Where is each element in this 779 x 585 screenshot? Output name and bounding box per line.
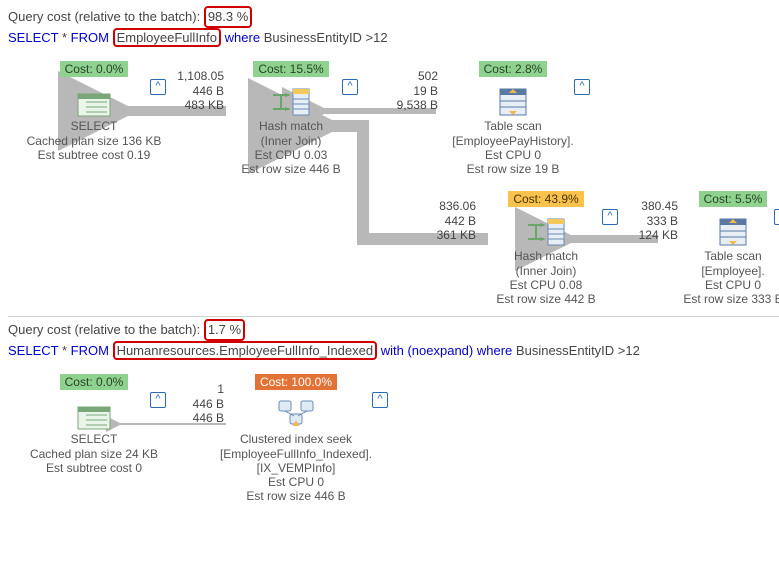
node-detail: Est subtree cost 0.19: [24, 148, 164, 162]
node-label: SELECT: [24, 432, 164, 446]
node-sublabel: [Employee].: [678, 264, 779, 278]
node-label: Hash match: [226, 119, 356, 133]
query2-header: Query cost (relative to the batch): 1.7 …: [8, 319, 779, 341]
expand-toggle[interactable]: ^: [774, 209, 779, 225]
kw-select: SELECT: [8, 30, 58, 45]
edge-stats: 380.45 333 B 124 KB: [626, 199, 678, 242]
node-detail: Est row size 19 B: [438, 162, 588, 176]
node-detail: Est row size 446 B: [226, 162, 356, 176]
node-label: Table scan: [438, 119, 588, 133]
query2-object: Humanresources.EmployeeFullInfo_Indexed: [117, 343, 374, 358]
node-hash-match[interactable]: Cost: 43.9% ^ Hash match (Inner Join) Es…: [476, 191, 616, 305]
kw-where: where: [225, 30, 260, 45]
table-scan-icon: [718, 217, 748, 247]
node-sublabel: (Inner Join): [226, 134, 356, 148]
query1-cost-pct: 98.3 %: [208, 9, 248, 24]
kw-with: with: [381, 343, 404, 358]
node-label: SELECT: [24, 119, 164, 133]
query2-sql: SELECT * FROM Humanresources.EmployeeFul…: [8, 341, 779, 360]
query1-plan[interactable]: Cost: 0.0% ^ SELECT Cached plan size 136…: [8, 51, 779, 316]
node-detail: Est CPU 0: [206, 475, 386, 489]
expand-toggle[interactable]: ^: [602, 209, 618, 225]
cost-badge: Cost: 0.0%: [60, 374, 129, 390]
query1-sql: SELECT * FROM EmployeeFullInfo where Bus…: [8, 28, 779, 47]
expand-toggle[interactable]: ^: [574, 79, 590, 95]
hash-match-icon: [271, 87, 311, 117]
table-scan-icon: [498, 87, 528, 117]
cost-badge: Cost: 43.9%: [508, 191, 583, 207]
cost-badge: Cost: 5.5%: [699, 191, 768, 207]
node-detail: Cached plan size 136 KB: [24, 134, 164, 148]
kw-from: FROM: [71, 30, 109, 45]
node-detail: Est row size 446 B: [206, 489, 386, 503]
select-icon: [77, 402, 111, 430]
expand-toggle[interactable]: ^: [150, 79, 166, 95]
edge-stats: 836.06 442 B 361 KB: [424, 199, 476, 242]
edge-stats: 1,108.05 446 B 483 KB: [166, 69, 224, 112]
kw-where: where: [477, 343, 512, 358]
hash-match-icon: [526, 217, 566, 247]
cost-badge: Cost: 0.0%: [60, 61, 129, 77]
node-hash-match[interactable]: Cost: 15.5% ^ Hash match (Inner Join) Es…: [226, 61, 356, 175]
node-label: Clustered index seek: [206, 432, 386, 446]
node-detail: Cached plan size 24 KB: [24, 447, 164, 461]
expand-toggle[interactable]: ^: [150, 392, 166, 408]
query2-object-highlight: Humanresources.EmployeeFullInfo_Indexed: [113, 341, 378, 360]
node-label: Table scan: [678, 249, 779, 263]
divider: [8, 316, 779, 317]
node-detail: Est CPU 0.08: [476, 278, 616, 292]
index-seek-icon: [276, 398, 316, 430]
node-detail: Est subtree cost 0: [24, 461, 164, 475]
noexpand-hint: (noexpand): [407, 343, 473, 358]
kw-from: FROM: [71, 343, 109, 358]
expand-toggle[interactable]: ^: [342, 79, 358, 95]
query2-plan[interactable]: Cost: 0.0% ^ SELECT Cached plan size 24 …: [8, 364, 779, 574]
query1-object-highlight: EmployeeFullInfo: [113, 28, 221, 47]
query2-predicate: BusinessEntityID >12: [516, 343, 640, 358]
query1-header: Query cost (relative to the batch): 98.3…: [8, 6, 779, 28]
node-table-scan[interactable]: Cost: 5.5% ^ Table scan [Employee]. Est …: [678, 191, 779, 305]
cost-badge: Cost: 2.8%: [479, 61, 548, 77]
node-clustered-index-seek[interactable]: Cost: 100.0% ^ Clustered index seek [Emp…: [206, 374, 386, 502]
node-detail: Est row size 333 B: [678, 292, 779, 306]
node-label: Hash match: [476, 249, 616, 263]
query2-cost-prefix: Query cost (relative to the batch): [8, 322, 197, 337]
node-select[interactable]: Cost: 0.0% ^ SELECT Cached plan size 24 …: [24, 374, 164, 474]
node-detail: Est CPU 0: [678, 278, 779, 292]
query1-cost-highlight: 98.3 %: [204, 6, 252, 28]
kw-select: SELECT: [8, 343, 58, 358]
cost-badge: Cost: 100.0%: [255, 374, 337, 390]
cost-badge: Cost: 15.5%: [253, 61, 328, 77]
node-sublabel: [EmployeeFullInfo_Indexed].: [206, 447, 386, 461]
edge-stats: 502 19 B 9,538 B: [386, 69, 438, 112]
node-sublabel: [IX_VEMPInfo]: [206, 461, 386, 475]
node-select[interactable]: Cost: 0.0% ^ SELECT Cached plan size 136…: [24, 61, 164, 161]
query1-cost-prefix: Query cost (relative to the batch): [8, 9, 197, 24]
expand-toggle[interactable]: ^: [372, 392, 388, 408]
node-detail: Est CPU 0: [438, 148, 588, 162]
node-sublabel: (Inner Join): [476, 264, 616, 278]
node-table-scan[interactable]: Cost: 2.8% ^ Table scan [EmployeePayHist…: [438, 61, 588, 175]
query1-object: EmployeeFullInfo: [117, 30, 217, 45]
node-detail: Est row size 442 B: [476, 292, 616, 306]
query2-cost-highlight: 1.7 %: [204, 319, 245, 341]
query1-predicate: BusinessEntityID >12: [264, 30, 388, 45]
node-sublabel: [EmployeePayHistory].: [438, 134, 588, 148]
select-icon: [77, 89, 111, 117]
node-detail: Est CPU 0.03: [226, 148, 356, 162]
query2-cost-pct: 1.7 %: [208, 322, 241, 337]
